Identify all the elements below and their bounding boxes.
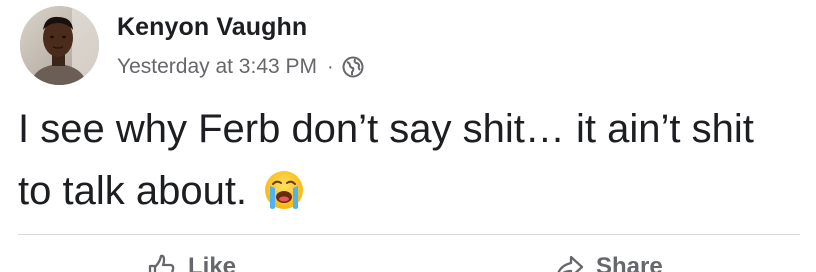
like-label: Like — [188, 253, 237, 272]
post-meta: Yesterday at 3:43 PM · — [117, 55, 364, 79]
post-text: I see why Ferb don’t say shit… it ain’t … — [18, 107, 754, 213]
share-arrow-icon — [557, 255, 584, 272]
globe-icon[interactable] — [342, 56, 364, 78]
thumbs-up-icon — [148, 254, 175, 272]
loudly-crying-face-emoji — [262, 168, 306, 212]
divider — [18, 234, 800, 235]
timestamp[interactable]: Yesterday at 3:43 PM — [117, 55, 317, 79]
share-label: Share — [596, 253, 663, 272]
like-button[interactable]: Like — [146, 252, 236, 272]
facebook-post: Kenyon Vaughn Yesterday at 3:43 PM · I s… — [0, 0, 816, 272]
author-name[interactable]: Kenyon Vaughn — [117, 13, 307, 42]
post-text-container: I see why Ferb don’t say shit… it ain’t … — [18, 98, 798, 222]
meta-separator: · — [327, 55, 334, 78]
share-button[interactable]: Share — [554, 252, 663, 272]
avatar[interactable] — [20, 6, 99, 85]
